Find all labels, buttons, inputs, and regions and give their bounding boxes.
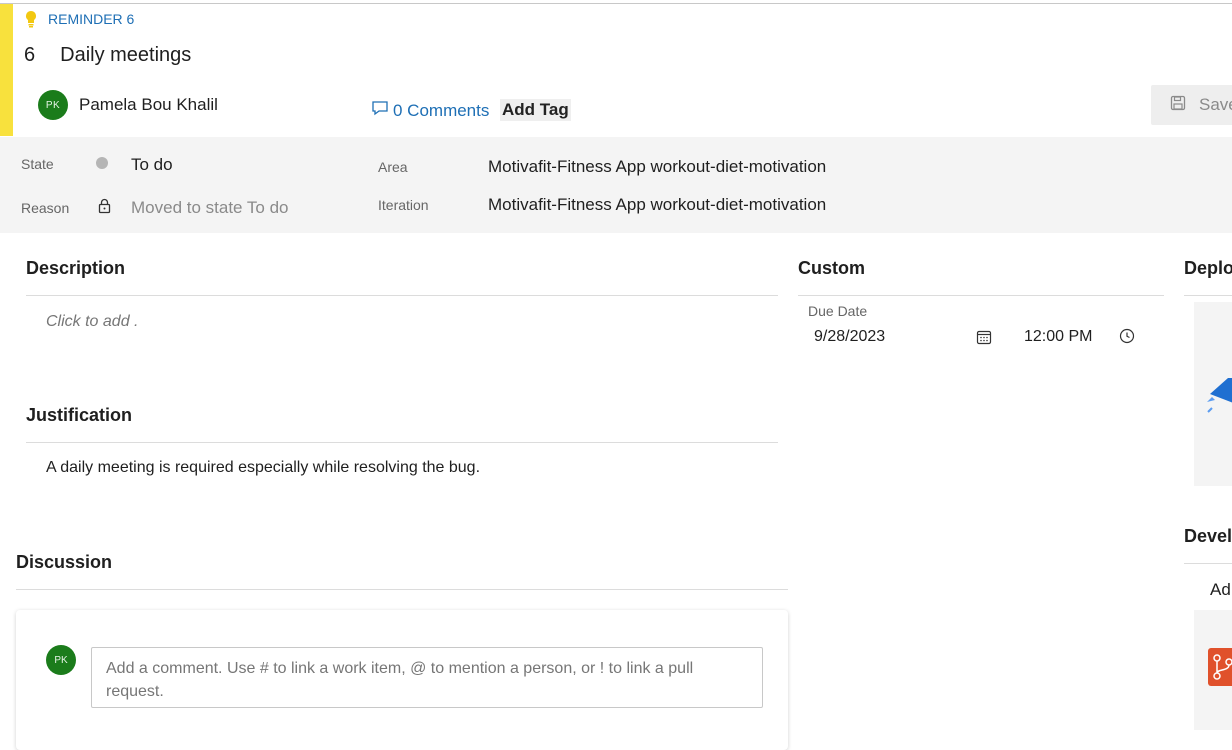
development-divider <box>1184 563 1232 564</box>
reason-value: Moved to state To do <box>131 198 289 217</box>
justification-editor[interactable]: A daily meeting is required especially w… <box>46 459 480 477</box>
deployment-title: Deplo <box>1184 258 1232 278</box>
reason-label: Reason <box>21 200 70 216</box>
iteration-label: Iteration <box>378 197 429 213</box>
work-item-type: REMINDER 6 <box>24 10 134 28</box>
custom-divider <box>798 295 1164 296</box>
lock-icon <box>98 198 111 219</box>
clock-icon[interactable] <box>1119 328 1135 349</box>
state-label: State <box>21 156 54 172</box>
work-item-id: 6 <box>24 44 36 66</box>
work-item-title-text[interactable]: Daily meetings <box>60 44 191 67</box>
top-divider <box>0 3 1232 4</box>
lightbulb-icon <box>24 10 38 28</box>
discussion-title: Discussion <box>16 552 113 572</box>
branch-icon <box>1208 648 1232 691</box>
comments-link[interactable]: 0 Comments <box>371 100 489 121</box>
work-item-title[interactable]: 6 Daily meetings <box>24 44 191 67</box>
fields-panel <box>0 137 1232 233</box>
description-divider <box>26 295 778 296</box>
iteration-field[interactable]: Motivafit-Fitness App workout-diet-motiv… <box>488 195 826 215</box>
comments-label: 0 Comments <box>393 100 490 120</box>
comment-icon <box>371 100 389 121</box>
state-indicator-icon <box>96 157 108 169</box>
avatar: PK <box>46 645 76 675</box>
due-date-label: Due Date <box>808 303 868 319</box>
avatar: PK <box>38 90 68 120</box>
save-button[interactable]: Save <box>1151 85 1232 125</box>
development-title: Devel <box>1184 526 1232 546</box>
calendar-icon[interactable] <box>976 329 992 350</box>
area-label: Area <box>378 159 408 175</box>
deployment-divider <box>1184 295 1232 296</box>
description-editor[interactable]: Click to add . <box>46 313 138 331</box>
save-icon <box>1170 95 1186 116</box>
state-dropdown[interactable]: To do <box>131 155 173 175</box>
justification-divider <box>26 442 778 443</box>
save-label: Save <box>1199 95 1232 114</box>
add-tag-button[interactable]: Add Tag <box>500 99 571 121</box>
area-field[interactable]: Motivafit-Fitness App workout-diet-motiv… <box>488 157 826 177</box>
work-item-color-bar <box>0 4 13 136</box>
due-time-input[interactable]: 12:00 PM <box>1024 328 1092 346</box>
custom-title: Custom <box>798 258 865 278</box>
work-item-type-label: REMINDER 6 <box>48 11 135 27</box>
rocket-icon <box>1206 374 1232 419</box>
discussion-divider <box>16 589 788 590</box>
assignee-picker[interactable]: PK Pamela Bou Khalil <box>38 90 218 120</box>
add-link-button[interactable]: Ad <box>1210 580 1231 600</box>
due-date-input[interactable]: 9/28/2023 <box>814 328 885 346</box>
justification-title: Justification <box>26 405 133 425</box>
description-title: Description <box>26 258 126 278</box>
comment-input[interactable]: Add a comment. Use # to link a work item… <box>91 647 763 708</box>
assignee-name: Pamela Bou Khalil <box>79 95 218 114</box>
